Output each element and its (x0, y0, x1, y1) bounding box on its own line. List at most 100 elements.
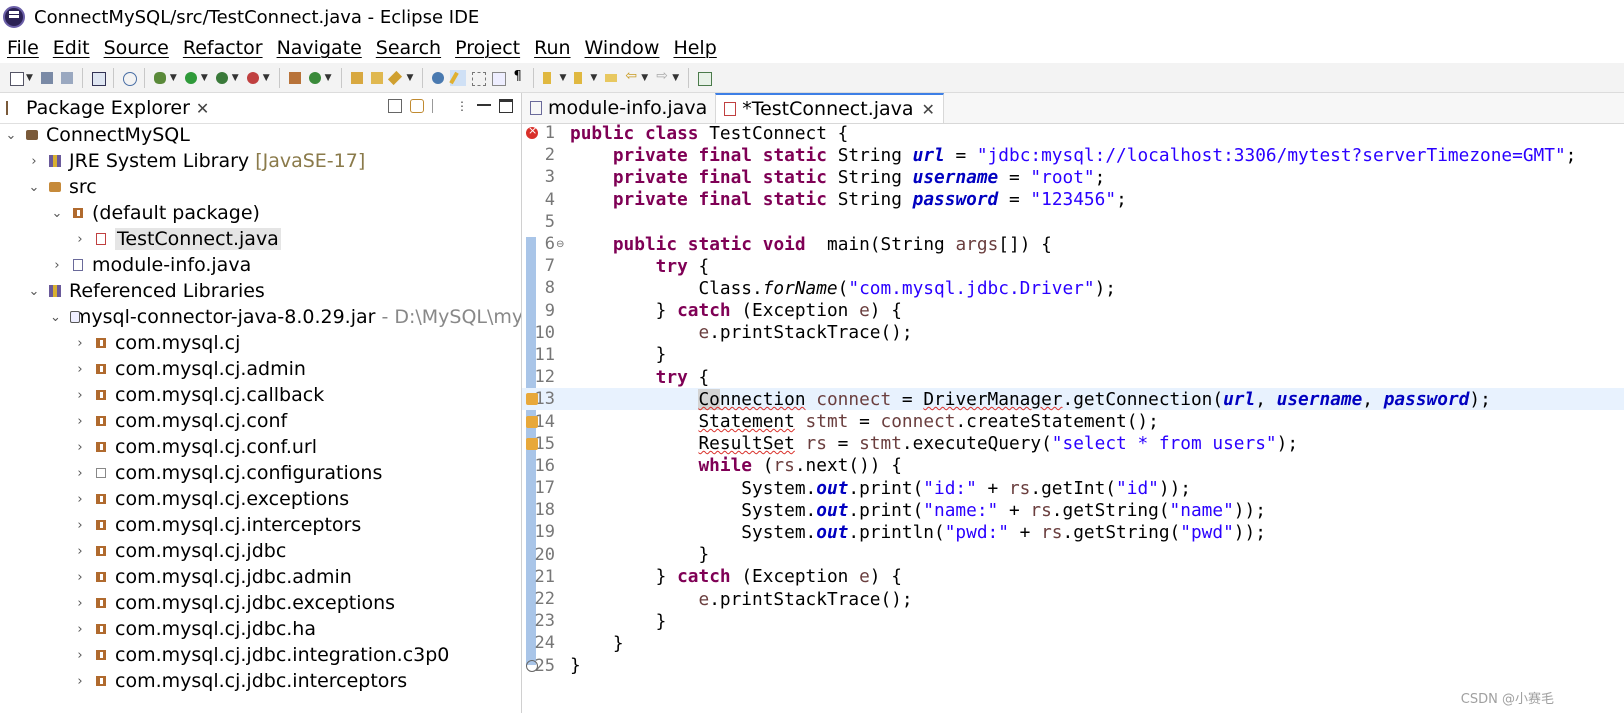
minimize-icon[interactable] (477, 104, 491, 112)
open-type-icon[interactable] (349, 70, 365, 86)
toggle-ant-mark-icon[interactable] (430, 70, 446, 86)
menu-edit[interactable]: Edit (46, 37, 97, 59)
tree-item[interactable]: › com.mysql.cj.callback (0, 382, 521, 408)
chevron-right-icon[interactable]: › (27, 154, 41, 169)
menu-window[interactable]: Window (578, 37, 667, 59)
save-all-icon[interactable] (59, 70, 75, 86)
word-wrap-icon[interactable] (490, 70, 507, 86)
error-quickfix-icon[interactable] (526, 393, 538, 406)
link-with-editor-icon[interactable] (410, 99, 424, 113)
view-menu-icon[interactable]: ⋮ (455, 99, 469, 113)
code-line[interactable]: 7 try { (522, 255, 1624, 277)
close-icon[interactable]: ✕ (196, 99, 209, 118)
search-icon[interactable] (387, 70, 405, 86)
code-line[interactable]: 14 Statement stmt = connect.createStatem… (522, 410, 1624, 432)
chevron-right-icon[interactable]: › (73, 388, 87, 403)
perspective-icon[interactable] (696, 70, 713, 86)
chevron-right-icon[interactable]: › (73, 518, 87, 533)
code-line[interactable]: 15 ResultSet rs = stmt.executeQuery("sel… (522, 433, 1624, 455)
code-line[interactable]: 22 e.printStackTrace(); (522, 588, 1624, 610)
debug-dropdown-icon[interactable]: ▼ (170, 73, 177, 83)
tree-item[interactable]: › com.mysql.cj.configurations (0, 460, 521, 486)
run-dropdown-icon[interactable]: ▼ (201, 73, 208, 83)
tree-item[interactable]: › com.mysql.cj.jdbc (0, 538, 521, 564)
code-line[interactable]: 8 Class.forName("com.mysql.jdbc.Driver")… (522, 277, 1624, 299)
code-area[interactable]: 1public class TestConnect {2 private fin… (522, 123, 1624, 713)
tree-item[interactable]: › com.mysql.cj.conf.url (0, 434, 521, 460)
new-icon[interactable] (8, 70, 24, 86)
forward-dropdown-icon[interactable]: ▼ (672, 73, 679, 83)
maximize-icon[interactable] (499, 99, 513, 113)
chevron-down-icon[interactable]: ⌄ (27, 180, 41, 195)
error-quickfix-icon[interactable] (526, 437, 538, 450)
tree-item[interactable]: › TestConnect.java (0, 226, 521, 252)
terminal-icon[interactable] (90, 70, 106, 86)
chevron-down-icon[interactable]: ⌄ (50, 206, 64, 221)
run-icon[interactable] (183, 70, 199, 86)
coverage-icon[interactable] (214, 70, 230, 86)
chevron-down-icon[interactable]: ⌄ (4, 128, 18, 143)
chevron-right-icon[interactable]: › (73, 414, 87, 429)
tree-item[interactable]: ⌄ src (0, 174, 521, 200)
tree-item[interactable]: › com.mysql.cj.conf (0, 408, 521, 434)
code-line[interactable]: 23 } (522, 610, 1624, 632)
code-line[interactable]: 16 while (rs.next()) { (522, 455, 1624, 477)
editor-tab-module-info[interactable]: module-info.java (522, 93, 715, 123)
menu-navigate[interactable]: Navigate (270, 37, 369, 59)
tree-item[interactable]: › com.mysql.cj.jdbc.ha (0, 616, 521, 642)
tree-item[interactable]: ⌄ ConnectMySQL (0, 122, 521, 148)
tree-item[interactable]: › com.mysql.cj.interceptors (0, 512, 521, 538)
tree-item[interactable]: › com.mysql.cj.admin (0, 356, 521, 382)
back-icon[interactable]: ⇦ (623, 68, 639, 86)
chevron-right-icon[interactable]: › (50, 258, 64, 273)
chevron-right-icon[interactable]: › (73, 336, 87, 351)
new-class-dropdown-icon[interactable]: ▼ (325, 73, 332, 83)
last-edit-location-icon[interactable] (603, 70, 619, 86)
tree-item[interactable]: › com.mysql.cj.jdbc.interceptors (0, 668, 521, 694)
new-dropdown-icon[interactable]: ▼ (26, 73, 33, 83)
close-icon[interactable]: ✕ (922, 100, 935, 119)
chevron-right-icon[interactable]: › (73, 674, 87, 689)
chevron-down-icon[interactable]: ⌄ (50, 310, 61, 325)
next-annotation-icon[interactable] (541, 70, 557, 86)
tree-item[interactable]: › module-info.java (0, 252, 521, 278)
code-line[interactable]: 13 Connection connect = DriverManager.ge… (522, 388, 1624, 411)
filter-icon[interactable] (432, 99, 447, 113)
new-java-class-icon[interactable] (307, 70, 323, 86)
menu-refactor[interactable]: Refactor (176, 37, 270, 59)
search-dropdown-icon[interactable]: ▼ (407, 73, 414, 83)
code-line[interactable]: 20 } (522, 544, 1624, 566)
code-line[interactable]: 10 e.printStackTrace(); (522, 322, 1624, 344)
previous-annotation-icon[interactable] (572, 70, 588, 86)
code-line[interactable]: 18 System.out.print("name:" + rs.getStri… (522, 499, 1624, 521)
next-annotation-dropdown-icon[interactable]: ▼ (559, 73, 566, 83)
editor-tab-testconnect[interactable]: *TestConnect.java ✕ (715, 93, 944, 123)
chevron-right-icon[interactable]: › (73, 544, 87, 559)
menu-source[interactable]: Source (97, 37, 176, 59)
forward-icon[interactable]: ⇨ (654, 68, 670, 86)
coverage-dropdown-icon[interactable]: ▼ (232, 73, 239, 83)
tree-item[interactable]: ⌄ (default package) (0, 200, 521, 226)
code-line[interactable]: 9 } catch (Exception e) { (522, 300, 1624, 322)
error-close-icon[interactable] (526, 659, 538, 672)
tree-item[interactable]: › com.mysql.cj.exceptions (0, 486, 521, 512)
chevron-right-icon[interactable]: › (73, 466, 87, 481)
menu-project[interactable]: Project (448, 37, 527, 59)
code-line[interactable]: 2 private final static String url = "jdb… (522, 144, 1624, 166)
tree-item[interactable]: ⌄ mysql-connector-java-8.0.29.jar - D:\MyS… (0, 304, 521, 330)
new-java-package-icon[interactable] (287, 70, 303, 86)
code-line[interactable]: 19 System.out.println("pwd:" + rs.getStr… (522, 521, 1624, 543)
chevron-right-icon[interactable]: › (73, 362, 87, 377)
tree-item[interactable]: ⌄ Referenced Libraries (0, 278, 521, 304)
chevron-right-icon[interactable]: › (73, 648, 87, 663)
chevron-right-icon[interactable]: › (73, 492, 87, 507)
back-dropdown-icon[interactable]: ▼ (641, 73, 648, 83)
menu-help[interactable]: Help (666, 37, 723, 59)
save-icon[interactable] (39, 70, 55, 86)
code-line[interactable]: 25} (522, 655, 1624, 677)
menu-search[interactable]: Search (369, 37, 448, 59)
code-line[interactable]: 12 try { (522, 366, 1624, 388)
code-line[interactable]: 24 } (522, 632, 1624, 654)
collapse-all-icon[interactable] (388, 99, 402, 113)
code-line[interactable]: 11 } (522, 344, 1624, 366)
